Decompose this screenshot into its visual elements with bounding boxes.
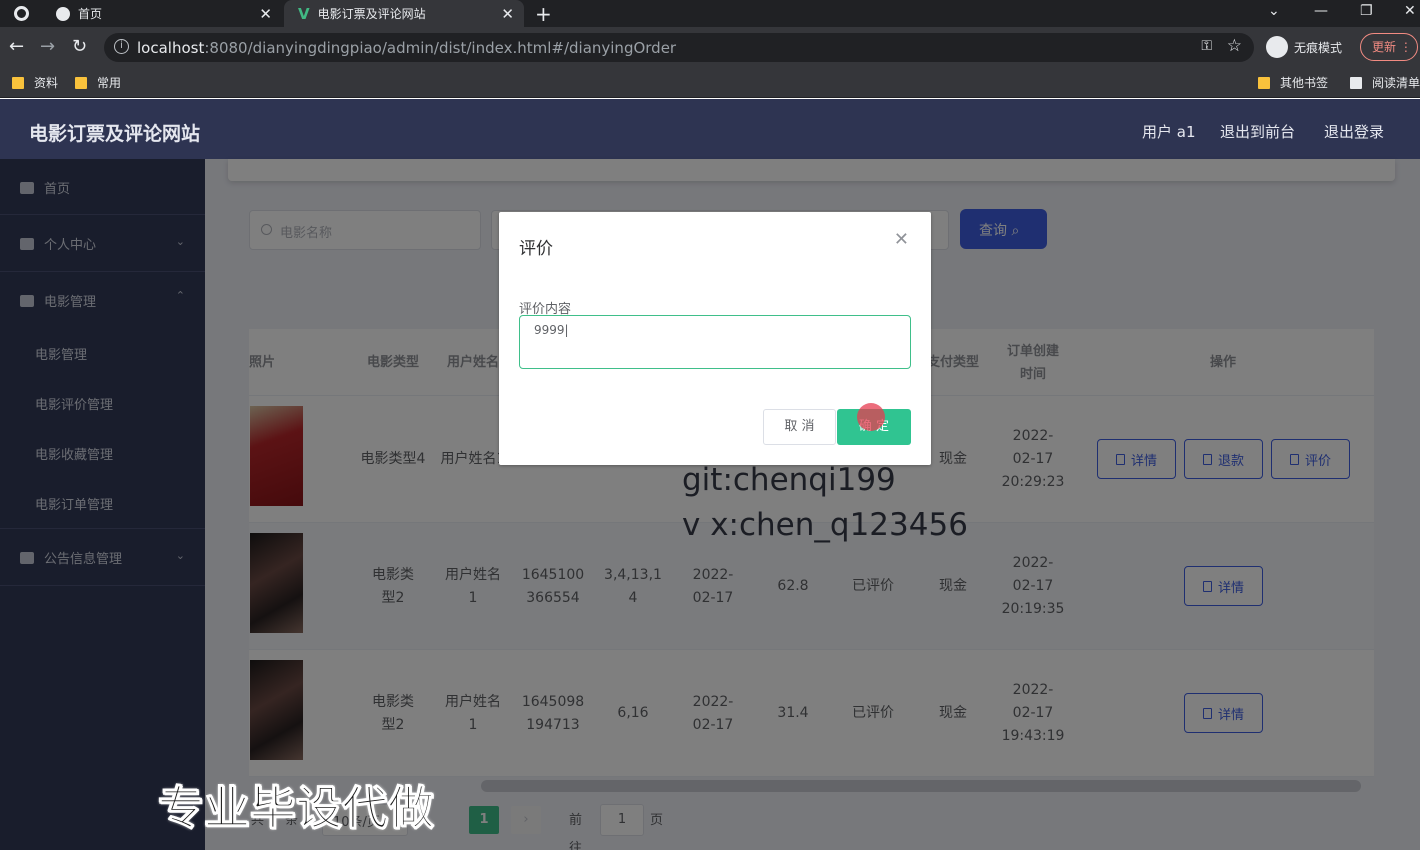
browser-toolbar: ← → ↻ i localhost:8080/dianyingdingpiao/…	[0, 27, 1420, 68]
reload-icon[interactable]: ↻	[72, 36, 87, 57]
forward-icon[interactable]: →	[40, 36, 55, 57]
bookmark-folder[interactable]: 常用	[75, 74, 121, 91]
folder-icon	[75, 76, 87, 89]
back-icon[interactable]: ←	[9, 36, 24, 57]
vue-icon: V	[298, 4, 310, 23]
reading-list-icon	[1350, 76, 1362, 89]
watermark-git: git:chenqi199	[682, 462, 896, 498]
watermark-vx: v x:chen_q123456	[682, 507, 968, 543]
review-content-textarea[interactable]: 9999|	[519, 315, 911, 369]
watermark-ad: 专业毕设代做	[158, 781, 435, 836]
url-text[interactable]: localhost:8080/dianyingdingpiao/admin/di…	[137, 39, 676, 57]
tab-title: 首页	[78, 7, 103, 21]
address-bar[interactable]: i localhost:8080/dianyingdingpiao/admin/…	[104, 33, 1254, 62]
incognito-icon	[1266, 36, 1288, 58]
close-icon[interactable]: ✕	[259, 5, 272, 23]
header-shade	[0, 99, 1420, 159]
dialog-title: 评价	[519, 239, 553, 259]
tab-search-icon[interactable]: ⌄	[1268, 3, 1280, 19]
folder-icon	[1258, 76, 1270, 89]
update-button[interactable]: 更新 ⋮	[1360, 33, 1418, 61]
tab-title: 电影订票及评论网站	[317, 7, 426, 21]
reading-list[interactable]: 阅读清单	[1350, 74, 1420, 91]
browser-tab-home[interactable]: 首页 ✕	[42, 0, 282, 27]
globe-icon	[56, 6, 70, 21]
star-icon[interactable]: ☆	[1227, 36, 1242, 56]
close-icon[interactable]: ✕	[894, 229, 909, 250]
browser-logo-icon	[14, 6, 29, 21]
close-icon[interactable]: ✕	[501, 5, 514, 23]
cancel-button[interactable]: 取 消	[763, 409, 836, 445]
browser-tabbar: 首页 ✕ V 电影订票及评论网站 ✕ + ⌄ — ❐ ✕	[0, 0, 1420, 27]
click-indicator	[857, 403, 885, 431]
profile-button[interactable]: 无痕模式	[1266, 36, 1342, 58]
bookmark-folder[interactable]: 资料	[12, 74, 58, 91]
folder-icon	[12, 76, 24, 89]
window-close-button[interactable]: ✕	[1404, 3, 1416, 19]
bookmarks-bar: 资料 常用 其他书签 阅读清单	[0, 68, 1420, 98]
restore-button[interactable]: ❐	[1360, 3, 1373, 19]
minimize-button[interactable]: —	[1314, 3, 1328, 19]
bookmark-folder[interactable]: 其他书签	[1258, 74, 1328, 91]
info-icon[interactable]: i	[114, 39, 129, 54]
key-icon[interactable]: ⚿	[1201, 38, 1212, 54]
browser-tab-active[interactable]: V 电影订票及评论网站 ✕	[284, 0, 524, 27]
new-tab-button[interactable]: +	[535, 2, 552, 26]
